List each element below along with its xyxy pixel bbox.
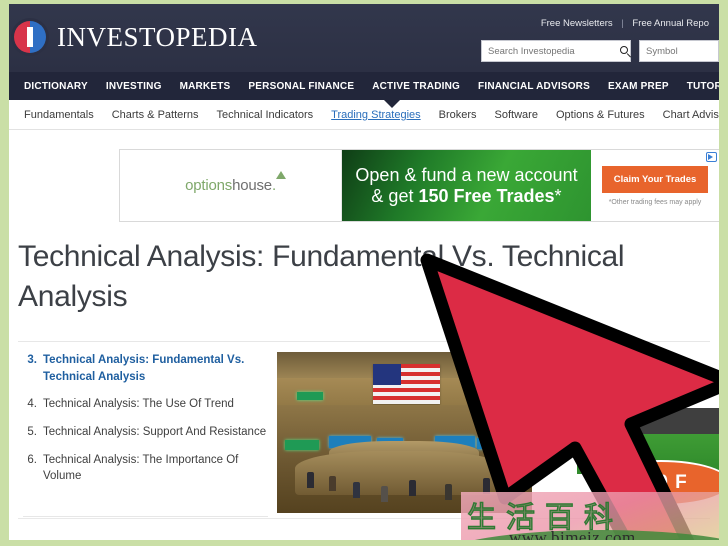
free-annual-reports-link[interactable]: Free Annual Repo <box>632 18 709 29</box>
brand-name: INVESTOPEDIA <box>57 21 258 52</box>
nav-item-personal-finance[interactable]: PERSONAL FINANCE <box>239 81 363 92</box>
link-separator: | <box>621 18 624 29</box>
article-image-nyse-floor <box>277 352 532 513</box>
nav-item-dictionary[interactable]: DICTIONARY <box>15 81 97 92</box>
toc-label[interactable]: Technical Analysis: Fundamental Vs. Tech… <box>43 352 273 385</box>
browser-page: INVESTOPEDIA Free Newsletters | Free Ann… <box>9 4 719 540</box>
subnav-item-trading-strategies[interactable]: Trading Strategies <box>322 109 429 121</box>
sidebar-ad-text: house <box>577 408 719 434</box>
toc-label[interactable]: Technical Analysis: The Importance Of Vo… <box>43 452 273 485</box>
content-bottom-divider <box>18 518 710 519</box>
watermark-url: www.bimeiz.com <box>509 528 636 540</box>
site-header: INVESTOPEDIA Free Newsletters | Free Ann… <box>9 4 719 72</box>
us-flag-icon <box>373 364 440 404</box>
leaderboard-ad[interactable]: optionshouse. Open & fund a new account … <box>119 149 719 222</box>
toc-item-3[interactable]: 3. Technical Analysis: Fundamental Vs. T… <box>23 352 273 385</box>
page-title: Technical Analysis: Fundamental Vs. Tech… <box>18 240 625 313</box>
active-nav-caret-icon <box>384 100 400 108</box>
title-divider <box>18 341 710 342</box>
search-input[interactable] <box>488 45 620 57</box>
table-of-contents: 3. Technical Analysis: Fundamental Vs. T… <box>23 352 273 496</box>
toc-number: 5. <box>27 426 37 439</box>
nav-item-active-trading[interactable]: ACTIVE TRADING <box>363 81 469 92</box>
ad-advertiser-logo: optionshouse. <box>120 150 342 221</box>
header-utility-links: Free Newsletters | Free Annual Repo <box>541 18 709 29</box>
subnav-item-software[interactable]: Software <box>486 109 547 121</box>
search-box[interactable] <box>481 40 632 62</box>
subnav-item-options-futures[interactable]: Options & Futures <box>547 109 654 121</box>
site-logo[interactable]: INVESTOPEDIA <box>9 18 258 56</box>
subnav-item-chart-advisor[interactable]: Chart Advisor <box>654 109 719 121</box>
subnav-item-charts-patterns[interactable]: Charts & Patterns <box>103 109 208 121</box>
sub-navigation: Fundamentals Charts & Patterns Technical… <box>9 100 719 130</box>
ad-cta-area: Claim Your Trades *Other trading fees ma… <box>591 150 719 221</box>
nav-item-markets[interactable]: MARKETS <box>171 81 240 92</box>
nav-item-investing[interactable]: INVESTING <box>97 81 171 92</box>
ad-logo-prefix: options <box>185 177 233 194</box>
toc-label[interactable]: Technical Analysis: Support And Resistan… <box>43 424 266 441</box>
investopedia-logo-icon <box>11 18 49 56</box>
subnav-item-brokers[interactable]: Brokers <box>430 109 486 121</box>
toc-divider <box>23 516 268 517</box>
ad-logo-suffix: house <box>232 177 272 194</box>
toc-item-5[interactable]: 5. Technical Analysis: Support And Resis… <box>23 424 273 441</box>
ad-headline-asterisk: * <box>554 185 562 206</box>
symbol-input[interactable] <box>646 45 712 57</box>
toc-number: 3. <box>27 354 37 366</box>
triangle-icon <box>275 171 286 179</box>
main-navigation: DICTIONARY INVESTING MARKETS PERSONAL FI… <box>9 72 719 100</box>
nav-item-financial-advisors[interactable]: FINANCIAL ADVISORS <box>469 81 599 92</box>
toc-number: 4. <box>27 398 37 411</box>
ad-disclaimer: *Other trading fees may apply <box>608 198 702 206</box>
subnav-item-fundamentals[interactable]: Fundamentals <box>15 109 103 121</box>
sidebar-ad-partial[interactable]: house 150 F <box>577 408 719 516</box>
page-frame: INVESTOPEDIA Free Newsletters | Free Ann… <box>0 0 728 546</box>
toc-item-4[interactable]: 4. Technical Analysis: The Use Of Trend <box>23 396 273 413</box>
ad-headline-line2: & get 150 Free Trades* <box>371 186 561 207</box>
nav-item-exam-prep[interactable]: EXAM PREP <box>599 81 678 92</box>
ad-headline-prefix: & get <box>371 185 419 206</box>
symbol-box[interactable] <box>639 40 719 62</box>
adchoices-icon[interactable] <box>706 152 717 162</box>
header-search-row <box>481 40 719 62</box>
optionshouse-logo: optionshouse. <box>185 171 286 194</box>
toc-label[interactable]: Technical Analysis: The Use Of Trend <box>43 396 234 413</box>
search-icon[interactable] <box>620 45 632 58</box>
subnav-item-technical-indicators[interactable]: Technical Indicators <box>208 109 323 121</box>
toc-item-6[interactable]: 6. Technical Analysis: The Importance Of… <box>23 452 273 485</box>
free-newsletters-link[interactable]: Free Newsletters <box>541 18 613 29</box>
sidebar-ad-badge: 150 F <box>591 460 719 506</box>
claim-your-trades-button[interactable]: Claim Your Trades <box>602 165 708 193</box>
nav-item-tutorials[interactable]: TUTORIALS <box>678 81 719 92</box>
toc-number: 6. <box>27 453 37 466</box>
ad-creative[interactable]: Open & fund a new account & get 150 Free… <box>342 150 591 221</box>
ad-headline-line1: Open & fund a new account <box>355 164 578 185</box>
ad-headline-bold: 150 Free Trades <box>418 185 555 206</box>
